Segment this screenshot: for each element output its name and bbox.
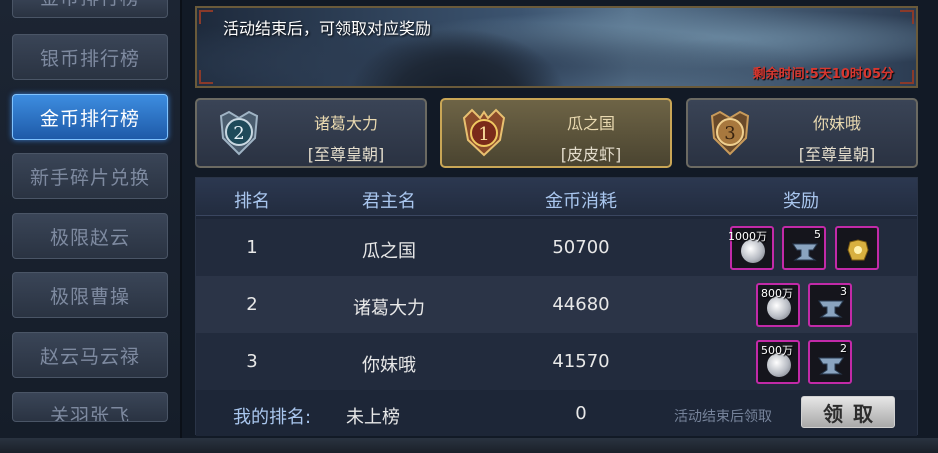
- banner-corner-ornament: [199, 10, 213, 24]
- reward-count: 2: [840, 342, 847, 355]
- anvil-icon: [818, 300, 844, 318]
- claim-note: 活动结束后领取: [674, 409, 772, 425]
- my-rank-label: 我的排名:: [233, 407, 312, 428]
- sidebar-item-label: 金币排行榜: [39, 107, 140, 130]
- banner-notice-text: 活动结束后，可领取对应奖励: [223, 19, 432, 38]
- sidebar-item-label: 赵云马云禄: [39, 345, 140, 368]
- my-rank-value: 未上榜: [346, 407, 400, 428]
- sidebar: 金币排行榜 银币排行榜 金币排行榜 新手碎片兑换 极限赵云 极限曹操 赵云马云禄…: [0, 0, 182, 438]
- medal-rank-number: 1: [478, 124, 489, 145]
- anvil-icon: [818, 357, 844, 375]
- reward-silver-coin[interactable]: 1000万: [728, 226, 774, 270]
- claim-button[interactable]: 领取: [801, 396, 895, 428]
- reward-anvil[interactable]: 3: [808, 283, 852, 327]
- banner-corner-ornament: [199, 70, 213, 84]
- sidebar-item-silver-rank[interactable]: 银币排行榜: [12, 34, 168, 80]
- bottom-frame-bar: [0, 438, 938, 453]
- sidebar-item-gold-rank-top[interactable]: 金币排行榜: [12, 0, 168, 18]
- cell-rank: 3: [246, 351, 258, 372]
- anvil-icon: [792, 243, 818, 261]
- sidebar-item-label: 新手碎片兑换: [29, 166, 150, 189]
- reward-count: 3: [840, 285, 847, 298]
- table-header: 排名 君主名 金币消耗 奖励: [196, 178, 917, 216]
- header-spent: 金币消耗: [545, 191, 617, 212]
- cell-spent: 50700: [552, 237, 610, 258]
- header-name: 君主名: [362, 191, 416, 212]
- reward-golden-armor[interactable]: [835, 226, 879, 270]
- sidebar-item-newbie-exchange[interactable]: 新手碎片兑换: [12, 153, 168, 199]
- my-spent-value: 0: [575, 403, 587, 424]
- cell-spent: 41570: [552, 351, 610, 372]
- reward-silver-coin[interactable]: 800万: [756, 283, 800, 327]
- table-row: 1 瓜之国 50700 1000万 5: [196, 219, 917, 276]
- sidebar-item-label: 极限曹操: [49, 285, 130, 308]
- ranking-table: 排名 君主名 金币消耗 奖励 1 瓜之国 50700 1000万 5 2 诸葛大…: [195, 177, 918, 436]
- sidebar-item-label: 金币排行榜: [40, 0, 140, 10]
- header-reward: 奖励: [783, 191, 819, 212]
- golden-armor-icon: [847, 239, 869, 261]
- sidebar-item-guanyu-zhangfei[interactable]: 关羽张飞: [12, 392, 168, 422]
- sidebar-item-extreme-zhaoyun[interactable]: 极限赵云: [12, 213, 168, 259]
- sidebar-item-extreme-caocao[interactable]: 极限曹操: [12, 272, 168, 318]
- cell-name: 你妹哦: [362, 355, 416, 376]
- countdown-text: 剩余时间:5天10时05分: [752, 67, 894, 82]
- podium-faction: [皮皮虾]: [560, 145, 622, 164]
- my-rank-footer: 我的排名: 未上榜 0 活动结束后领取 领取: [196, 392, 917, 436]
- silver-medal-icon: 2: [219, 110, 259, 156]
- table-row: 3 你妹哦 41570 500万 2: [196, 333, 917, 390]
- reward-silver-coin[interactable]: 500万: [756, 340, 800, 384]
- banner-corner-ornament: [900, 10, 914, 24]
- event-banner: 活动结束后，可领取对应奖励 剩余时间:5天10时05分: [195, 6, 918, 88]
- reward-amount: 1000万: [728, 230, 767, 243]
- cell-rank: 2: [246, 294, 258, 315]
- cell-name: 瓜之国: [362, 241, 416, 262]
- gold-medal-icon: 1: [462, 108, 506, 157]
- medal-rank-number: 3: [724, 123, 735, 144]
- sidebar-item-gold-rank[interactable]: 金币排行榜: [12, 94, 168, 140]
- podium-name: 诸葛大力: [313, 114, 378, 133]
- podium-faction: [至尊皇朝]: [798, 145, 876, 164]
- bronze-medal-icon: 3: [710, 110, 750, 156]
- podium-card-rank-1[interactable]: 1 瓜之国 [皮皮虾]: [440, 98, 672, 168]
- podium-name: 瓜之国: [566, 114, 615, 133]
- sidebar-item-zhaoyun-mayunlu[interactable]: 赵云马云禄: [12, 332, 168, 378]
- podium-card-rank-2[interactable]: 2 诸葛大力 [至尊皇朝]: [195, 98, 427, 168]
- sidebar-item-label: 银币排行榜: [39, 47, 140, 70]
- table-row: 2 诸葛大力 44680 800万 3: [196, 276, 917, 333]
- cell-name: 诸葛大力: [353, 298, 425, 319]
- reward-anvil[interactable]: 2: [808, 340, 852, 384]
- reward-amount: 500万: [761, 344, 793, 357]
- reward-amount: 800万: [761, 287, 793, 300]
- cell-rank: 1: [246, 237, 258, 258]
- header-rank: 排名: [234, 191, 270, 212]
- sidebar-item-label: 极限赵云: [49, 226, 130, 249]
- podium-name: 你妹哦: [812, 114, 861, 133]
- reward-anvil[interactable]: 5: [782, 226, 826, 270]
- podium-faction: [至尊皇朝]: [307, 145, 385, 164]
- banner-corner-ornament: [900, 70, 914, 84]
- podium-card-rank-3[interactable]: 3 你妹哦 [至尊皇朝]: [686, 98, 918, 168]
- cell-spent: 44680: [552, 294, 610, 315]
- reward-count: 5: [814, 228, 821, 241]
- medal-rank-number: 2: [233, 123, 244, 144]
- sidebar-item-label: 关羽张飞: [49, 405, 130, 422]
